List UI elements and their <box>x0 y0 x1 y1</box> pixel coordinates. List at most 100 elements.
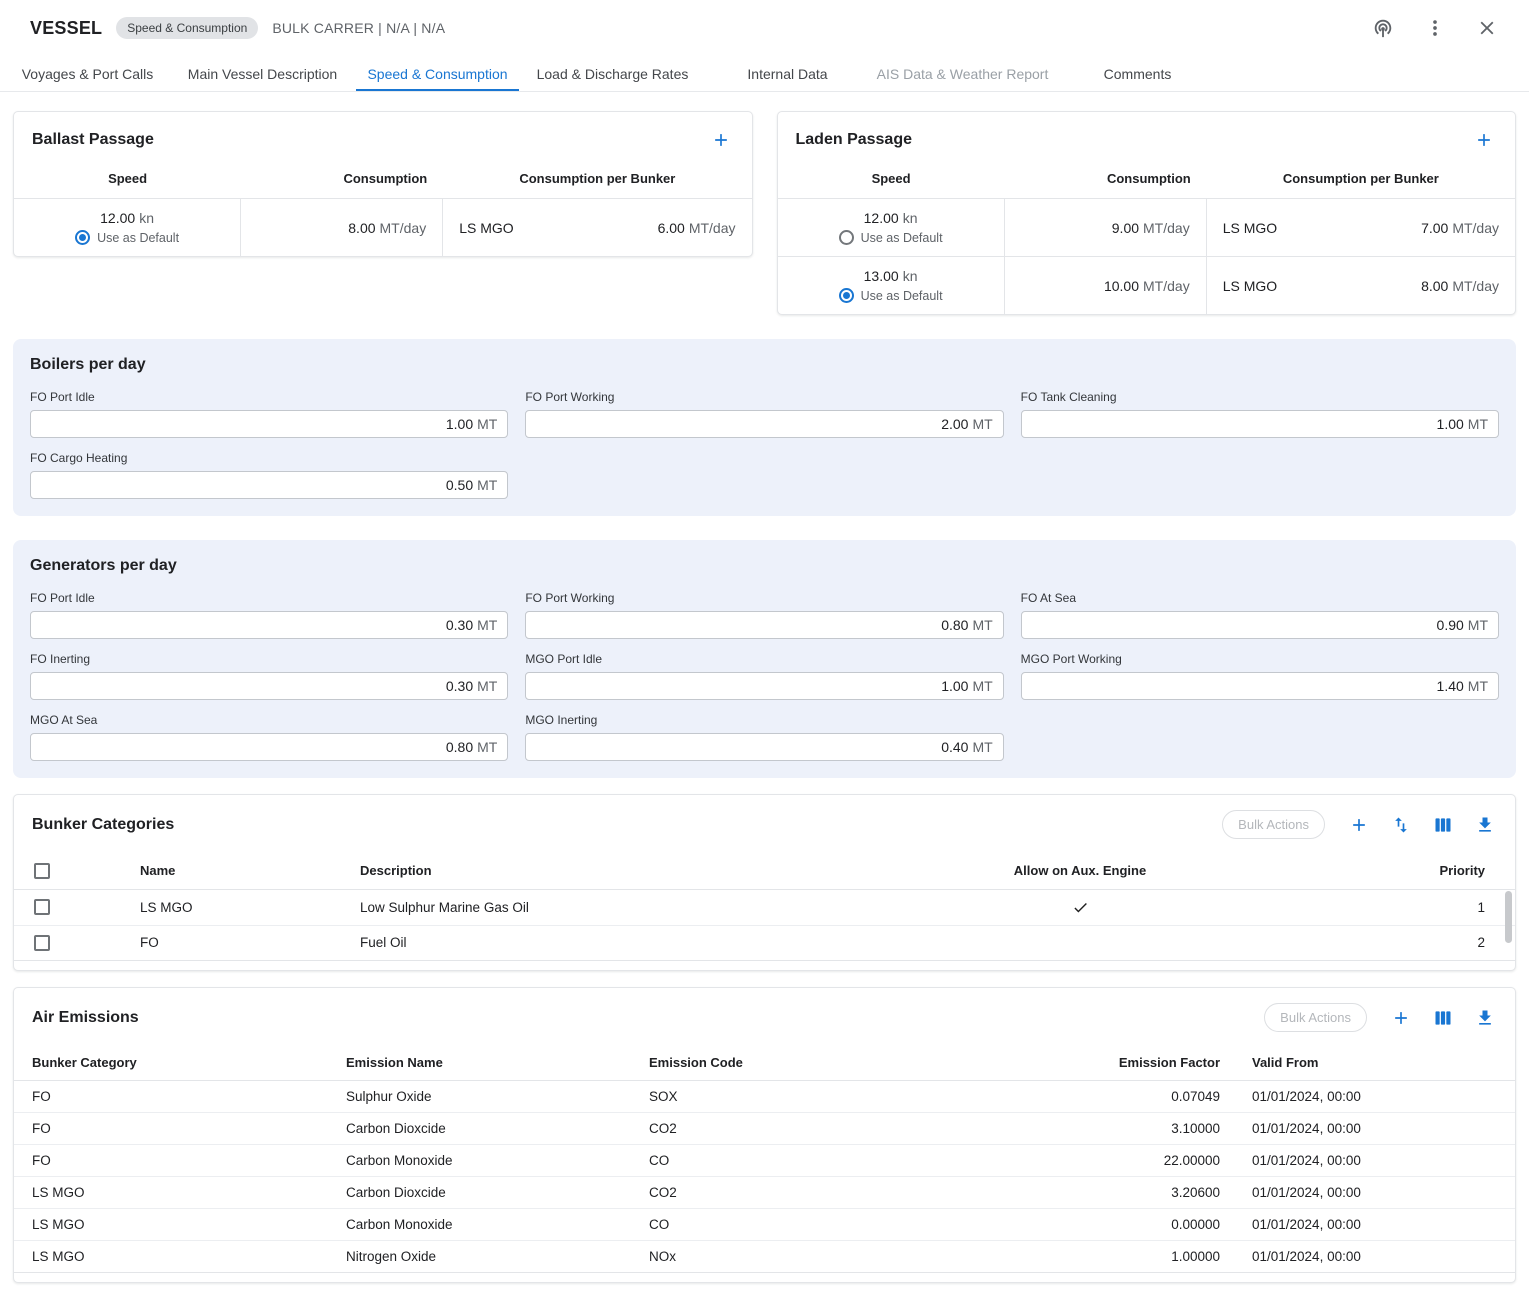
consumption-field: FO Cargo Heating 0.50MT <box>30 451 508 499</box>
tab-comments[interactable]: Comments <box>1050 56 1225 91</box>
add-icon[interactable] <box>1389 1006 1413 1030</box>
use-as-default-label: Use as Default <box>97 231 179 245</box>
use-as-default-radio[interactable]: Use as Default <box>839 288 943 303</box>
valid-from-cell: 01/01/2024, 00:00 <box>1236 1113 1515 1145</box>
field-label: FO Port Working <box>525 390 1003 404</box>
field-label: FO Port Working <box>525 591 1003 605</box>
tab-load-discharge-rates[interactable]: Load & Discharge Rates <box>525 56 700 91</box>
emission-row[interactable]: LS MGO Nitrogen Oxide NOx 1.00000 01/01/… <box>14 1241 1515 1273</box>
emission-factor-cell: 3.10000 <box>933 1113 1236 1145</box>
field-input[interactable]: 1.00MT <box>525 672 1003 700</box>
tethering-icon[interactable] <box>1365 10 1401 46</box>
field-label: FO Inerting <box>30 652 508 666</box>
use-as-default-label: Use as Default <box>861 231 943 245</box>
field-label: MGO Port Working <box>1021 652 1499 666</box>
bunker-name: LS MGO <box>1223 220 1277 236</box>
field-input[interactable]: 1.40MT <box>1021 672 1499 700</box>
select-all-checkbox[interactable] <box>34 863 50 879</box>
field-label: FO Cargo Heating <box>30 451 508 465</box>
bunker-name-cell: FO <box>124 925 344 960</box>
add-laden-speed-icon[interactable] <box>1471 127 1497 153</box>
field-input[interactable]: 0.50MT <box>30 471 508 499</box>
emission-factor-cell: 1.00000 <box>933 1241 1236 1273</box>
bunker-categories-title: Bunker Categories <box>32 816 174 834</box>
tab-voyages-port-calls[interactable]: Voyages & Port Calls <box>0 56 175 91</box>
tab-internal-data[interactable]: Internal Data <box>700 56 875 91</box>
generators-per-day-section: Generators per day FO Port Idle 0.30MT F… <box>13 540 1516 778</box>
generators-section-title: Generators per day <box>30 557 1499 575</box>
vertical-scrollbar[interactable] <box>1505 891 1512 943</box>
more-options-icon[interactable] <box>1417 10 1453 46</box>
add-icon[interactable] <box>1347 813 1371 837</box>
emission-factor-cell: 22.00000 <box>933 1145 1236 1177</box>
tab-main-vessel-description[interactable]: Main Vessel Description <box>175 56 350 91</box>
field-label: MGO Port Idle <box>525 652 1003 666</box>
download-icon[interactable] <box>1473 813 1497 837</box>
use-as-default-radio[interactable]: Use as Default <box>839 230 943 245</box>
field-input[interactable]: 0.80MT <box>525 611 1003 639</box>
bunker-categories-table: Name Description Allow on Aux. Engine Pr… <box>14 852 1515 961</box>
emission-name-cell: Nitrogen Oxide <box>330 1241 633 1273</box>
emission-row[interactable]: FO Carbon Dioxcide CO2 3.10000 01/01/202… <box>14 1113 1515 1145</box>
close-icon[interactable] <box>1469 10 1505 46</box>
speed-row: 13.00kn Use as Default 10.00MT/day LS MG… <box>778 256 1516 314</box>
field-input[interactable]: 1.00MT <box>1021 410 1499 438</box>
bunker-category-cell: LS MGO <box>14 1241 330 1273</box>
bunker-category-cell: FO <box>14 1113 330 1145</box>
emission-name-cell: Carbon Dioxcide <box>330 1113 633 1145</box>
consumption-field: FO Port Working 2.00MT <box>525 390 1003 438</box>
emission-factor-cell: 3.20600 <box>933 1177 1236 1209</box>
field-input[interactable]: 0.40MT <box>525 733 1003 761</box>
sort-icon[interactable] <box>1389 813 1413 837</box>
consumption-field: FO At Sea 0.90MT <box>1021 591 1499 639</box>
column-header-bunker-category: Bunker Category <box>14 1045 330 1081</box>
use-as-default-radio[interactable]: Use as Default <box>75 230 179 245</box>
emission-row[interactable]: FO Carbon Monoxide CO 22.00000 01/01/202… <box>14 1145 1515 1177</box>
emission-row[interactable]: FO Sulphur Oxide SOX 0.07049 01/01/2024,… <box>14 1081 1515 1113</box>
bunker-category-cell: LS MGO <box>14 1209 330 1241</box>
consumption-field: FO Tank Cleaning 1.00MT <box>1021 390 1499 438</box>
consumption-field: FO Port Idle 0.30MT <box>30 591 508 639</box>
row-checkbox[interactable] <box>34 935 50 951</box>
row-checkbox[interactable] <box>34 899 50 915</box>
ballast-passage-card: Ballast Passage Speed Consumption Consum… <box>13 111 753 257</box>
columns-icon[interactable] <box>1431 813 1455 837</box>
bulk-actions-button[interactable]: Bulk Actions <box>1264 1003 1367 1032</box>
use-as-default-label: Use as Default <box>861 289 943 303</box>
bunker-category-row[interactable]: FO Fuel Oil 2 <box>14 925 1515 960</box>
bunker-description-cell: Low Sulphur Marine Gas Oil <box>344 889 940 925</box>
field-input[interactable]: 0.30MT <box>30 672 508 700</box>
valid-from-cell: 01/01/2024, 00:00 <box>1236 1241 1515 1273</box>
bunker-category-cell: FO <box>14 1081 330 1113</box>
field-label: FO At Sea <box>1021 591 1499 605</box>
radio-icon <box>839 288 854 303</box>
column-header-name: Name <box>124 852 344 889</box>
columns-icon[interactable] <box>1431 1006 1455 1030</box>
laden-passage-title: Laden Passage <box>796 131 913 149</box>
download-icon[interactable] <box>1473 1006 1497 1030</box>
field-label: FO Port Idle <box>30 390 508 404</box>
add-ballast-speed-icon[interactable] <box>708 127 734 153</box>
column-header-consumption: Consumption <box>1005 171 1207 186</box>
tab-bar: Voyages & Port Calls Main Vessel Descrip… <box>0 56 1529 92</box>
consumption-value: 8.00MT/day <box>241 199 443 256</box>
bunker-category-row[interactable]: LS MGO Low Sulphur Marine Gas Oil 1 <box>14 889 1515 925</box>
field-input[interactable]: 2.00MT <box>525 410 1003 438</box>
field-input[interactable]: 0.30MT <box>30 611 508 639</box>
bunker-category-cell: LS MGO <box>14 1177 330 1209</box>
field-input[interactable]: 1.00MT <box>30 410 508 438</box>
consumption-value: 10.00MT/day <box>1005 257 1207 314</box>
emission-row[interactable]: LS MGO Carbon Dioxcide CO2 3.20600 01/01… <box>14 1177 1515 1209</box>
field-input[interactable]: 0.80MT <box>30 733 508 761</box>
ballast-passage-title: Ballast Passage <box>32 131 154 149</box>
field-input[interactable]: 0.90MT <box>1021 611 1499 639</box>
priority-cell: 2 <box>1220 925 1515 960</box>
emission-row[interactable]: LS MGO Carbon Monoxide CO 0.00000 01/01/… <box>14 1209 1515 1241</box>
field-label: FO Port Idle <box>30 591 508 605</box>
emission-factor-cell: 0.07049 <box>933 1081 1236 1113</box>
column-header-allow-aux-engine: Allow on Aux. Engine <box>940 852 1220 889</box>
consumption-field: FO Port Idle 1.00MT <box>30 390 508 438</box>
tab-ais-data-weather-report[interactable]: AIS Data & Weather Report <box>875 56 1050 91</box>
tab-speed-consumption[interactable]: Speed & Consumption <box>350 56 525 91</box>
bulk-actions-button[interactable]: Bulk Actions <box>1222 810 1325 839</box>
